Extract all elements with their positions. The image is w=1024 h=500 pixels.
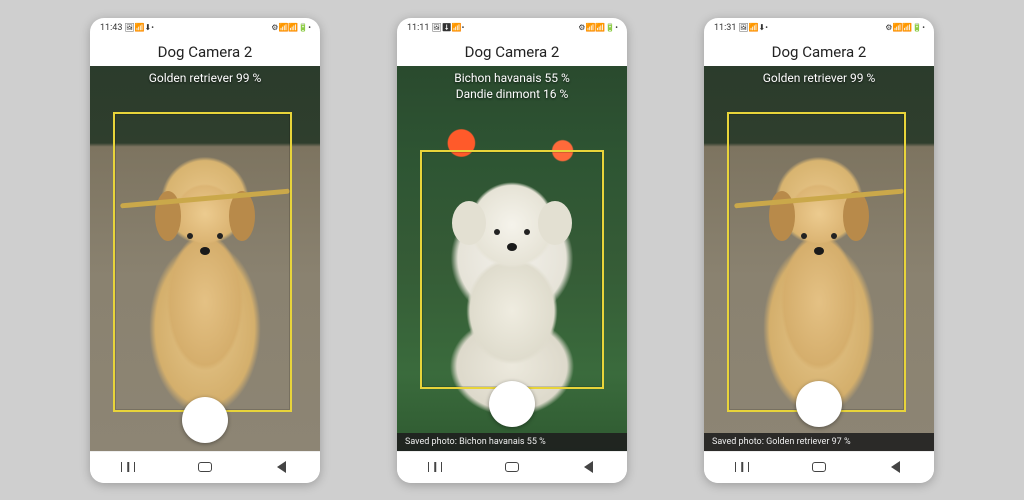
android-nav-bar	[397, 451, 627, 483]
detection-line: Dandie dinmont 16 %	[403, 86, 621, 102]
phone-screenshot-2: 11:11 🖼 ⬇ 📶 • ⚙ 📶 📶 🔋 • Dog Camera 2 Bic…	[397, 18, 627, 483]
status-right-icons: ⚙ 📶 📶 🔋 •	[885, 23, 924, 32]
nav-home-button[interactable]	[185, 457, 225, 477]
status-right-icons: ⚙ 📶 📶 🔋 •	[578, 23, 617, 32]
saved-photo-banner: Saved photo: Bichon havanais 55 %	[397, 433, 627, 451]
phone-screenshot-3: 11:31 🖼 📶 ⬇ • ⚙ 📶 📶 🔋 • Dog Camera 2 Gol…	[704, 18, 934, 483]
app-title: Dog Camera 2	[704, 38, 934, 66]
nav-recent-button[interactable]	[415, 457, 455, 477]
status-right-icons: ⚙ 📶 📶 🔋 •	[271, 23, 310, 32]
nav-back-button[interactable]	[569, 457, 609, 477]
nav-home-button[interactable]	[799, 457, 839, 477]
camera-viewport[interactable]: Golden retriever 99 %	[90, 66, 320, 451]
detection-bounding-box	[113, 112, 292, 412]
app-title: Dog Camera 2	[90, 38, 320, 66]
detection-bounding-box	[420, 150, 604, 389]
app-title: Dog Camera 2	[397, 38, 627, 66]
detection-line: Bichon havanais 55 %	[403, 70, 621, 86]
nav-back-button[interactable]	[262, 457, 302, 477]
status-bar: 11:11 🖼 ⬇ 📶 • ⚙ 📶 📶 🔋 •	[397, 18, 627, 38]
nav-home-button[interactable]	[492, 457, 532, 477]
status-time: 11:43	[100, 23, 122, 33]
android-nav-bar	[704, 451, 934, 483]
status-left-icons: 🖼 📶 ⬇ •	[124, 23, 152, 32]
detection-line: Golden retriever 99 %	[96, 70, 314, 86]
status-left-icons: 🖼 ⬇ 📶 •	[431, 23, 463, 32]
detection-labels: Bichon havanais 55 % Dandie dinmont 16 %	[397, 70, 627, 102]
nav-recent-button[interactable]	[722, 457, 762, 477]
detection-line: Golden retriever 99 %	[710, 70, 928, 86]
status-time: 11:31	[714, 23, 736, 33]
shutter-button[interactable]	[796, 381, 842, 427]
shutter-button[interactable]	[182, 397, 228, 443]
android-nav-bar	[90, 451, 320, 483]
detection-labels: Golden retriever 99 %	[704, 70, 934, 86]
saved-photo-banner: Saved photo: Golden retriever 97 %	[704, 433, 934, 451]
detection-bounding-box	[727, 112, 906, 412]
detection-labels: Golden retriever 99 %	[90, 70, 320, 86]
nav-recent-button[interactable]	[108, 457, 148, 477]
phone-screenshot-1: 11:43 🖼 📶 ⬇ • ⚙ 📶 📶 🔋 • Dog Camera 2 Gol…	[90, 18, 320, 483]
status-time: 11:11	[407, 23, 429, 33]
nav-back-button[interactable]	[876, 457, 916, 477]
camera-viewport[interactable]: Golden retriever 99 % Saved photo: Golde…	[704, 66, 934, 451]
shutter-button[interactable]	[489, 381, 535, 427]
camera-viewport[interactable]: Bichon havanais 55 % Dandie dinmont 16 %…	[397, 66, 627, 451]
status-bar: 11:43 🖼 📶 ⬇ • ⚙ 📶 📶 🔋 •	[90, 18, 320, 38]
status-left-icons: 🖼 📶 ⬇ •	[738, 23, 766, 32]
status-bar: 11:31 🖼 📶 ⬇ • ⚙ 📶 📶 🔋 •	[704, 18, 934, 38]
